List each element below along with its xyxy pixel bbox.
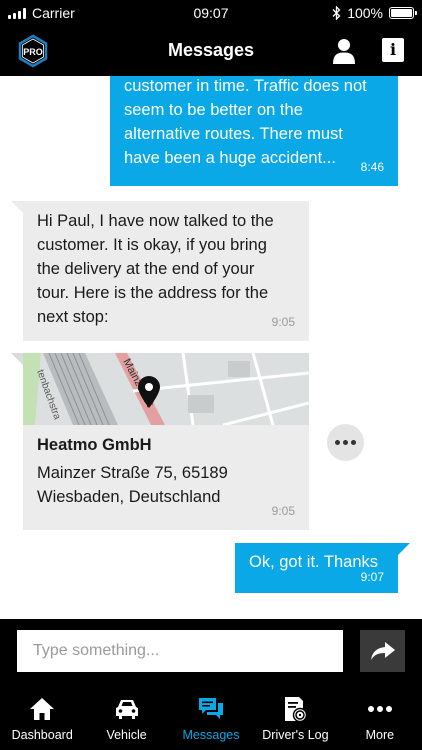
message-text-line: customer. It is okay, if you bring [37, 236, 267, 254]
message-options-button[interactable] [327, 424, 364, 461]
tab-label: Vehicle [106, 728, 147, 742]
message-input[interactable] [17, 630, 343, 672]
message-time: 9:05 [271, 504, 295, 518]
bubble-tail [398, 543, 410, 555]
status-bar: Carrier 09:07 100% [0, 0, 422, 26]
tab-label: Driver's Log [262, 728, 329, 742]
tab-dashboard[interactable]: Dashboard [0, 686, 84, 750]
battery-level [391, 9, 412, 17]
bluetooth-icon [332, 6, 341, 20]
more-icon [367, 706, 392, 712]
tab-drivers-log[interactable]: Driver's Log [253, 686, 337, 750]
battery-percent: 100% [347, 5, 383, 21]
user-icon[interactable] [332, 37, 356, 65]
message-text-line: the delivery at the end of your [37, 260, 255, 278]
message-bubble-incoming: Hi Paul, I have now talked to the custom… [11, 201, 309, 341]
location-address-line: Mainzer Straße 75, 65189 [37, 464, 228, 482]
bubble-tail [11, 353, 23, 365]
location-name: Heatmo GmbH [37, 436, 152, 454]
car-icon [115, 700, 138, 719]
tab-label: Messages [182, 728, 240, 742]
message-bubble-outgoing: Ok, got it. Thanks 9:07 [235, 543, 410, 593]
send-arrow-icon [370, 642, 395, 660]
log-icon [285, 697, 308, 722]
send-button[interactable] [360, 630, 405, 672]
page-title: Messages [167, 40, 255, 60]
chat-icon [199, 698, 224, 719]
message-text-line: seem to be better on the [124, 101, 303, 119]
message-time: 9:07 [360, 570, 384, 584]
battery-icon [389, 7, 417, 19]
message-text-line: next stop: [37, 308, 109, 326]
tab-bar: Dashboard Vehicle Messages Driver's Log [0, 686, 422, 750]
nav-bar: PRO Messages i [0, 26, 422, 76]
composer-bar [0, 619, 422, 686]
location-message[interactable]: tenbachstra Mainzer St Heatmo GmbH Mainz… [11, 353, 309, 530]
message-list[interactable]: customer in time. Traffic does not seem … [0, 76, 422, 619]
message-text-line: tour. Here is the address for the [37, 284, 269, 302]
message-time: 9:05 [271, 315, 295, 329]
info-icon[interactable]: i [382, 38, 404, 62]
home-icon [30, 698, 55, 720]
message-text-line: have been a huge accident... [124, 149, 336, 167]
message-bubble-outgoing: customer in time. Traffic does not seem … [110, 76, 398, 186]
tab-label: Dashboard [11, 728, 73, 742]
message-text-line: alternative routes. There must [124, 125, 343, 143]
map-preview[interactable]: tenbachstra Mainzer St [23, 353, 309, 425]
tab-more[interactable]: More [338, 686, 422, 750]
tab-vehicle[interactable]: Vehicle [84, 686, 168, 750]
message-time: 8:46 [360, 160, 384, 174]
tab-label: More [365, 728, 395, 742]
map-pin-icon [138, 376, 160, 408]
message-text-line: customer in time. Traffic does not [124, 77, 367, 95]
message-text-line: Hi Paul, I have now talked to the [37, 212, 274, 230]
location-address-line: Wiesbaden, Deutschland [37, 488, 221, 506]
tab-messages[interactable]: Messages [169, 686, 253, 750]
bubble-tail [11, 201, 23, 213]
